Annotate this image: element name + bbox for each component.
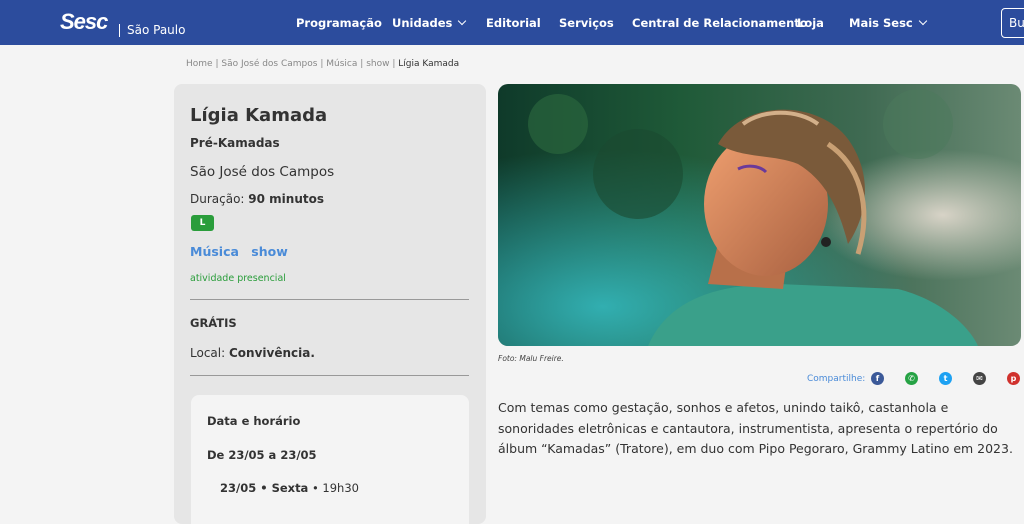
duration-label: Duração:	[190, 192, 245, 206]
breadcrumb-separator: |	[360, 59, 364, 69]
email-icon[interactable]: ✉	[973, 372, 986, 385]
twitter-icon[interactable]: t	[939, 372, 952, 385]
location-value: Convivência.	[228, 346, 315, 360]
top-navigation-bar: Sesc São Paulo Programação Unidades Edit…	[0, 0, 1024, 45]
schedule-entry: 23/05 • Sexta • 19h30	[220, 481, 359, 495]
share-label: Compartilhe:	[807, 374, 866, 384]
schedule-title: Data e horário	[207, 414, 301, 428]
event-duration: Duração: 90 minutos	[190, 192, 324, 206]
event-modality: atividade presencial	[190, 273, 286, 284]
event-location: Local: Convivência.	[190, 346, 315, 360]
event-city: São José dos Campos	[190, 164, 335, 180]
divider	[190, 375, 469, 376]
nav-unidades[interactable]: Unidades	[392, 16, 467, 30]
breadcrumb-home[interactable]: Home	[186, 59, 213, 69]
event-description: Com temas como gestação, sonhos e afetos…	[498, 400, 1013, 456]
nav-label: Editorial	[486, 16, 541, 30]
breadcrumb-separator: |	[320, 59, 324, 69]
event-subtitle: Pré-Kamadas	[190, 136, 280, 150]
sesc-logo[interactable]: Sesc	[60, 9, 108, 35]
photo-credit: Foto: Malu Freire.	[498, 354, 564, 363]
header-action-button[interactable]: Bu	[1001, 8, 1024, 38]
breadcrumb-category[interactable]: Música	[326, 59, 357, 69]
nav-label: Serviços	[559, 16, 614, 30]
nav-label: Central de Relacionamento	[632, 16, 808, 30]
age-rating-badge: L	[191, 215, 214, 231]
chevron-down-icon	[918, 16, 927, 26]
nav-label: Loja	[797, 16, 824, 30]
nav-editorial[interactable]: Editorial	[486, 16, 541, 30]
nav-servicos[interactable]: Serviços	[559, 16, 614, 30]
nav-loja[interactable]: Loja	[797, 16, 824, 30]
nav-mais-sesc[interactable]: Mais Sesc	[849, 16, 927, 30]
location-label: Local:	[190, 346, 226, 360]
nav-label: Mais Sesc	[849, 16, 913, 30]
breadcrumb-unit[interactable]: São José dos Campos	[221, 59, 317, 69]
nav-programacao[interactable]: Programação	[296, 16, 382, 30]
schedule-entry-time: • 19h30	[311, 481, 359, 495]
duration-value: 90 minutos	[248, 192, 324, 206]
nav-central-relacionamento[interactable]: Central de Relacionamento	[632, 16, 808, 30]
event-photo	[498, 84, 1021, 346]
breadcrumb-current: Lígia Kamada	[398, 59, 460, 69]
logo-divider	[119, 24, 120, 37]
tag-link-musica[interactable]: Música	[190, 244, 239, 259]
event-title: Lígia Kamada	[190, 105, 328, 126]
nav-label: Programação	[296, 16, 382, 30]
nav-label: Unidades	[392, 16, 453, 30]
chevron-down-icon	[458, 16, 467, 26]
schedule-entry-date: 23/05 • Sexta	[220, 481, 309, 495]
breadcrumb-subcategory[interactable]: show	[366, 59, 389, 69]
event-price: GRÁTIS	[190, 316, 237, 330]
pinterest-icon[interactable]: p	[1007, 372, 1020, 385]
whatsapp-icon[interactable]: ✆	[905, 372, 918, 385]
breadcrumb-separator: |	[392, 59, 396, 69]
tag-link-show[interactable]: show	[251, 244, 287, 259]
breadcrumb: Home | São José dos Campos | Música | sh…	[186, 59, 459, 69]
breadcrumb-separator: |	[215, 59, 219, 69]
artist-photo-image	[498, 84, 1021, 346]
event-tags: Música show	[190, 244, 296, 259]
facebook-icon[interactable]: f	[871, 372, 884, 385]
divider	[190, 299, 469, 300]
schedule-range: De 23/05 a 23/05	[207, 448, 317, 462]
logo-subtitle: São Paulo	[127, 23, 186, 37]
